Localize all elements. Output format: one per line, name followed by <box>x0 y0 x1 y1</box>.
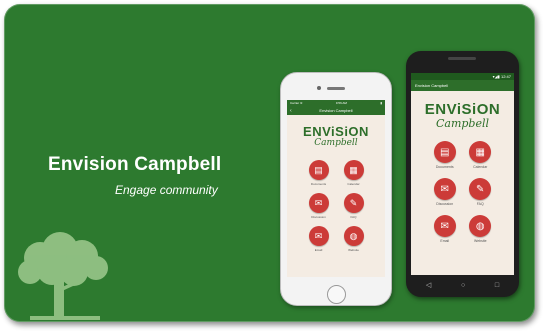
carrier-label: Carrier ≋ <box>290 101 303 105</box>
android-mockup: ▾◢▮ 12:47 Envision Campbell ENViSiON Cam… <box>406 51 519 297</box>
tile-faq[interactable]: ✎ FAQ <box>336 193 371 219</box>
status-bar: ▾◢▮ 12:47 <box>411 73 514 80</box>
app-logo: ENViSiON <box>424 101 501 118</box>
tagline: Engage community <box>115 183 218 197</box>
battery-icon: ▮ <box>380 101 382 105</box>
tile-discussion[interactable]: ✉ Discussion <box>301 193 336 219</box>
tile-website[interactable]: ◍ Website <box>463 215 499 243</box>
calendar-icon: ▦ <box>469 141 492 163</box>
pencil-icon: ✎ <box>343 193 364 213</box>
calendar-icon: ▦ <box>343 160 364 180</box>
status-time: 9:56 AM <box>335 101 347 105</box>
app-logo-subtitle: Campbell <box>314 138 358 148</box>
tile-label: Discussion <box>436 202 454 206</box>
app-bar: ‹ Envision Campbell <box>287 106 385 115</box>
app-title: Envision Campbell <box>319 108 353 113</box>
tile-calendar[interactable]: ▦ Calendar <box>336 160 371 186</box>
tile-label: Website <box>348 248 359 252</box>
android-nav-bar: ◁ ○ □ <box>411 279 514 291</box>
android-screen: ▾◢▮ 12:47 Envision Campbell ENViSiON Cam… <box>411 73 514 275</box>
headline-title: Envision Campbell <box>48 154 222 175</box>
tile-documents[interactable]: ▤ Documents <box>301 160 336 186</box>
tile-faq[interactable]: ✎ FAQ <box>463 178 499 206</box>
back-triangle-icon[interactable]: ◁ <box>426 282 431 289</box>
app-title: Envision Campbell <box>415 83 449 88</box>
tile-label: Calendar <box>347 182 360 186</box>
home-circle-icon[interactable]: ○ <box>461 282 465 289</box>
tile-label: Documents <box>435 165 454 169</box>
menu-grid: ▤ Documents ▦ Calendar ✉ Discussion ✎ FAQ ✉ E… <box>427 141 498 243</box>
tile-label: Calendar <box>473 165 488 169</box>
envelope-icon: ✉ <box>308 226 329 246</box>
menu-grid: ▤ Documents ▦ Calendar ✉ Discussion ✎ FAQ ✉ E… <box>301 160 371 252</box>
tile-label: Email <box>314 248 323 252</box>
app-bar: Envision Campbell <box>411 80 514 91</box>
envelope-icon: ✉ <box>433 215 456 237</box>
tile-label: Discussion <box>311 215 326 219</box>
tile-email[interactable]: ✉ Email <box>301 226 336 252</box>
home-button[interactable] <box>327 285 346 304</box>
tile-label: Website <box>473 239 487 243</box>
document-icon: ▤ <box>308 160 329 180</box>
tile-documents[interactable]: ▤ Documents <box>427 141 463 169</box>
tile-email[interactable]: ✉ Email <box>427 215 463 243</box>
globe-icon: ◍ <box>343 226 364 246</box>
chat-icon: ✉ <box>433 178 456 200</box>
tile-label: FAQ <box>350 215 357 219</box>
document-icon: ▤ <box>433 141 456 163</box>
recents-square-icon[interactable]: □ <box>495 282 499 289</box>
tile-label: Documents <box>310 182 327 186</box>
status-time: 12:47 <box>500 74 511 79</box>
tile-website[interactable]: ◍ Website <box>336 226 371 252</box>
chevron-left-icon[interactable]: ‹ <box>290 108 292 114</box>
tile-label: Email <box>440 239 450 243</box>
speaker-grille <box>327 87 345 90</box>
app-logo: ENViSiON <box>303 124 369 139</box>
signal-icon: ▾◢▮ <box>492 74 501 79</box>
tile-discussion[interactable]: ✉ Discussion <box>427 178 463 206</box>
camera-icon <box>317 86 321 90</box>
tree-icon <box>18 232 108 320</box>
tile-label: FAQ <box>476 202 484 206</box>
globe-icon: ◍ <box>469 215 492 237</box>
speaker-grille <box>448 57 476 60</box>
iphone-screen: Carrier ≋ 9:56 AM ▮ ‹ Envision Campbell … <box>287 100 385 277</box>
pencil-icon: ✎ <box>469 178 492 200</box>
tile-calendar[interactable]: ▦ Calendar <box>463 141 499 169</box>
promo-banner: Envision Campbell Engage community Carri… <box>4 4 535 322</box>
iphone-mockup: Carrier ≋ 9:56 AM ▮ ‹ Envision Campbell … <box>280 72 392 306</box>
app-logo-subtitle: Campbell <box>435 117 490 130</box>
chat-icon: ✉ <box>308 193 329 213</box>
